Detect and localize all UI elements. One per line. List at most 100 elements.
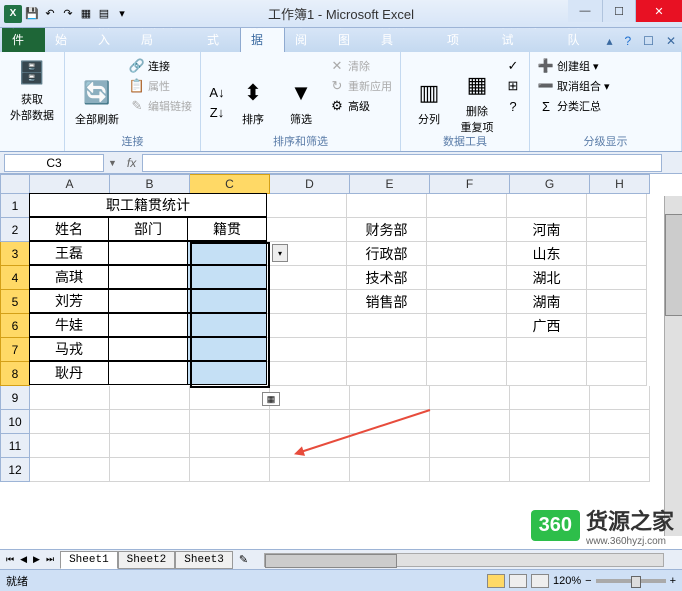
whatif-button[interactable]: ? [503,97,523,115]
get-external-data-button[interactable]: 🗄️ 获取 外部数据 [6,55,58,125]
cell-A9[interactable] [30,386,110,410]
row-header-11[interactable]: 11 [0,434,30,458]
cell-E3[interactable]: 行政部 [347,242,427,266]
cell-C2[interactable]: 籍贯 [187,217,267,241]
cell-A4[interactable]: 高琪 [29,265,109,289]
cell-G10[interactable] [510,410,590,434]
sheet-tab-2[interactable]: Sheet2 [118,551,176,569]
cell-F2[interactable] [427,218,507,242]
cell-B9[interactable] [110,386,190,410]
save-icon[interactable]: 💾 [24,6,40,22]
cell-E5[interactable]: 销售部 [347,290,427,314]
row-header-2[interactable]: 2 [0,218,30,242]
data-validation-button[interactable]: ✓ [503,57,523,75]
cell-G3[interactable]: 山东 [507,242,587,266]
sort-desc-button[interactable]: Z↓ [207,104,227,122]
page-break-view-button[interactable] [531,574,549,588]
cell-D8[interactable] [267,362,347,386]
row-header-3[interactable]: 3 [0,242,30,266]
cell-G5[interactable]: 湖南 [507,290,587,314]
formula-bar[interactable] [142,154,662,172]
cell-G7[interactable] [507,338,587,362]
maximize-button[interactable]: ☐ [602,0,636,22]
row-header-7[interactable]: 7 [0,338,30,362]
window-restore-icon[interactable]: ☐ [637,30,660,52]
data-validation-dropdown[interactable]: ▾ [272,244,288,262]
cell-D1[interactable] [267,194,347,218]
consolidate-button[interactable]: ⊞ [503,77,523,95]
qat-icon-1[interactable]: ▦ [78,6,94,22]
cell-B4[interactable] [108,265,188,289]
cell-G9[interactable] [510,386,590,410]
cell-E12[interactable] [350,458,430,482]
advanced-filter-button[interactable]: ⚙高级 [327,97,394,115]
cell-H10[interactable] [590,410,650,434]
cell-E11[interactable] [350,434,430,458]
cell-B5[interactable] [108,289,188,313]
page-layout-view-button[interactable] [509,574,527,588]
cell-B7[interactable] [108,337,188,361]
cell-D5[interactable] [267,290,347,314]
redo-icon[interactable]: ↷ [60,6,76,22]
cell-H1[interactable] [587,194,647,218]
cell-A2[interactable]: 姓名 [29,217,109,241]
cell-F5[interactable] [427,290,507,314]
cell-C9[interactable] [190,386,270,410]
properties-button[interactable]: 📋属性 [127,77,194,95]
edit-links-button[interactable]: ✎编辑链接 [127,97,194,115]
cell-C8[interactable] [187,361,267,385]
cell-H8[interactable] [587,362,647,386]
cell-A7[interactable]: 马戎 [29,337,109,361]
cell-H7[interactable] [587,338,647,362]
cell-E4[interactable]: 技术部 [347,266,427,290]
cell-F1[interactable] [427,194,507,218]
horizontal-scrollbar[interactable] [264,553,664,567]
sheet-last-icon[interactable]: ⏭ [44,554,56,565]
cell-B2[interactable]: 部门 [108,217,188,241]
cell-H3[interactable] [587,242,647,266]
cell-C7[interactable] [187,337,267,361]
cell-B12[interactable] [110,458,190,482]
cell-H5[interactable] [587,290,647,314]
row-header-6[interactable]: 6 [0,314,30,338]
cell-D9[interactable] [270,386,350,410]
column-header-C[interactable]: C [190,174,270,194]
qat-icon-2[interactable]: ▤ [96,6,112,22]
namebox-dropdown-icon[interactable]: ▼ [108,158,117,168]
connections-button[interactable]: 🔗连接 [127,57,194,75]
cell-H2[interactable] [587,218,647,242]
autofill-options-icon[interactable]: ▦ [262,392,280,406]
cell-E8[interactable] [347,362,427,386]
row-header-4[interactable]: 4 [0,266,30,290]
cell-C4[interactable] [187,265,267,289]
cell-D10[interactable] [270,410,350,434]
cell-D7[interactable] [267,338,347,362]
cell-C5[interactable] [187,289,267,313]
column-header-H[interactable]: H [590,174,650,194]
cell-F7[interactable] [427,338,507,362]
cell-F3[interactable] [427,242,507,266]
sheet-tab-3[interactable]: Sheet3 [175,551,233,569]
cell-G8[interactable] [507,362,587,386]
cell-G11[interactable] [510,434,590,458]
cell-H11[interactable] [590,434,650,458]
name-box[interactable]: C3 [4,154,104,172]
cell-D12[interactable] [270,458,350,482]
cell-F11[interactable] [430,434,510,458]
row-header-9[interactable]: 9 [0,386,30,410]
cell-A10[interactable] [30,410,110,434]
cell-G12[interactable] [510,458,590,482]
cell-B3[interactable] [108,241,188,265]
column-header-F[interactable]: F [430,174,510,194]
clear-filter-button[interactable]: ✕清除 [327,57,394,75]
cell-A11[interactable] [30,434,110,458]
cell-B11[interactable] [110,434,190,458]
cell-E1[interactable] [347,194,427,218]
sort-asc-button[interactable]: A↓ [207,84,227,102]
cell-A8[interactable]: 耿丹 [29,361,109,385]
qat-dropdown-icon[interactable]: ▾ [114,6,130,22]
cell-G6[interactable]: 广西 [507,314,587,338]
zoom-out-icon[interactable]: − [585,575,591,587]
column-header-A[interactable]: A [30,174,110,194]
cell-C11[interactable] [190,434,270,458]
